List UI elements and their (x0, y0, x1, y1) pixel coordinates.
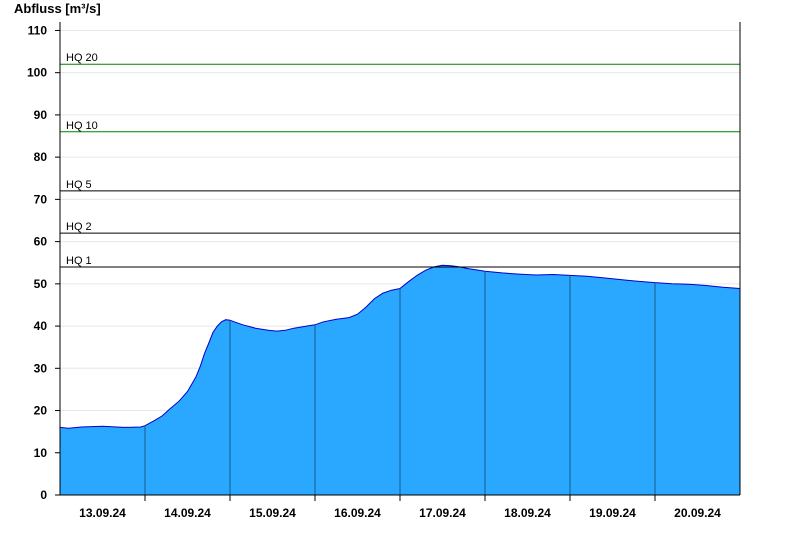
y-tick-label: 100 (27, 66, 47, 80)
reference-line-label: HQ 10 (66, 120, 98, 132)
x-tick-label: 19.09.24 (589, 506, 636, 520)
reference-lines: HQ 20 HQ 10 HQ 5 HQ 2 HQ 1 (60, 52, 740, 268)
y-tick-label: 60 (34, 235, 48, 249)
x-tick-label: 17.09.24 (419, 506, 466, 520)
y-tick-label: 30 (34, 361, 48, 375)
x-tick-label: 20.09.24 (674, 506, 721, 520)
reference-line-label: HQ 20 (66, 52, 98, 64)
chart-svg: Abfluss [m³/s] HQ 20 HQ 10 HQ 5 HQ 2 HQ 1 0 1… (14, 1, 741, 520)
y-tick-label: 40 (34, 319, 48, 333)
y-tick-label: 110 (28, 23, 48, 37)
x-tick-label: 13.09.24 (79, 506, 126, 520)
y-tick-label: 70 (34, 192, 48, 206)
y-tick-labels: 0 10 20 30 40 50 60 70 80 90 100 110 (27, 23, 47, 502)
x-tick-label: 15.09.24 (249, 506, 296, 520)
reference-line-label: HQ 1 (66, 255, 92, 267)
discharge-chart: Abfluss [m³/s] HQ 20 HQ 10 HQ 5 HQ 2 HQ 1 0 1… (0, 0, 800, 550)
x-tick-label: 16.09.24 (334, 506, 381, 520)
x-tick-labels: 13.09.24 14.09.24 15.09.24 16.09.24 17.09.24… (79, 506, 721, 520)
y-tick-label: 50 (34, 277, 48, 291)
reference-line-label: HQ 2 (66, 221, 92, 233)
y-tick-label: 90 (34, 108, 48, 122)
y-tick-label: 10 (34, 446, 48, 460)
x-tick-label: 14.09.24 (164, 506, 211, 520)
y-tick-label: 20 (34, 404, 48, 418)
x-tick-label: 18.09.24 (504, 506, 551, 520)
y-axis-title: Abfluss [m³/s] (14, 1, 101, 16)
reference-line-label: HQ 5 (66, 179, 92, 191)
y-tick-label: 80 (34, 150, 48, 164)
y-tick-label: 0 (40, 488, 47, 502)
